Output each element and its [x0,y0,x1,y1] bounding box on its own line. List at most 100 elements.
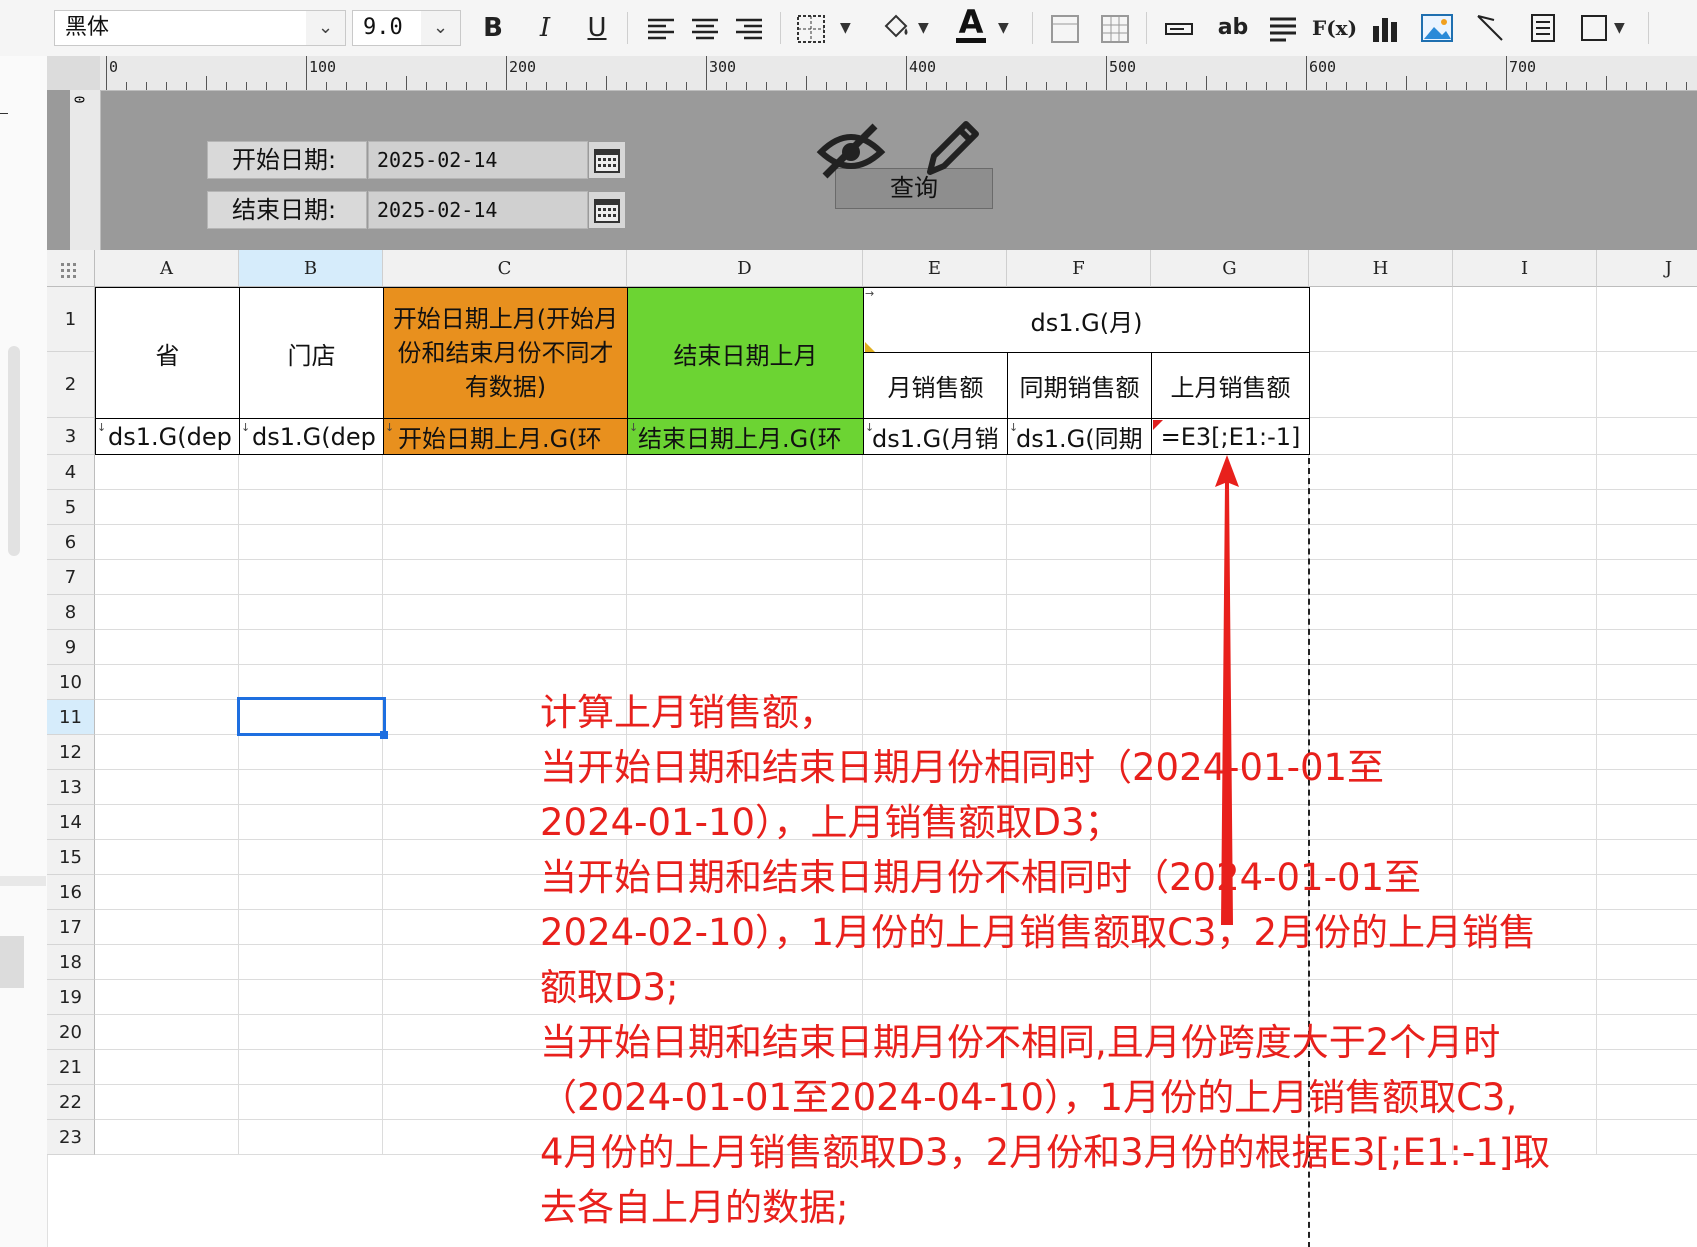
grid-cell[interactable] [239,1015,383,1050]
grid-cell[interactable] [95,1120,239,1155]
font-color-dropdown-icon[interactable]: ▼ [998,20,1009,36]
grid-cell[interactable] [1597,455,1697,490]
selected-cell-b11[interactable] [237,697,386,736]
grid-cell[interactable] [627,490,863,525]
grid-cell[interactable] [239,910,383,945]
row-header-20[interactable]: 20 [47,1015,95,1050]
grid-cell[interactable] [95,595,239,630]
cell-f3[interactable]: ds1.G(同期 [1007,418,1152,455]
grid-cell[interactable] [239,980,383,1015]
grid-cell[interactable] [383,560,627,595]
row-header-21[interactable]: 21 [47,1050,95,1085]
row-header-19[interactable]: 19 [47,980,95,1015]
bar-chart-icon[interactable] [1370,12,1402,44]
border-icon[interactable] [796,14,828,44]
grid-cell[interactable] [863,490,1007,525]
grid-cell[interactable] [1453,418,1597,455]
grid-cell[interactable] [95,525,239,560]
fill-color-dropdown-icon[interactable]: ▼ [918,20,929,36]
grid-cell[interactable] [1309,352,1453,418]
grid-cell[interactable] [863,595,1007,630]
grid-cell[interactable] [1309,490,1453,525]
eye-off-icon[interactable] [815,118,887,182]
bold-button[interactable]: B [478,8,508,48]
left-scrollbar[interactable] [8,346,20,556]
grid-cell[interactable] [95,980,239,1015]
grid-cell[interactable] [95,770,239,805]
grid-cell[interactable] [383,455,627,490]
grid-cell[interactable] [95,455,239,490]
row-header-6[interactable]: 6 [47,525,95,560]
font-name-select[interactable]: 黑体 [54,10,307,46]
row-header-13[interactable]: 13 [47,770,95,805]
document-icon[interactable] [1528,12,1558,44]
grid-cell[interactable] [239,770,383,805]
grid-cell[interactable] [239,1085,383,1120]
column-header-c[interactable]: C [383,250,627,287]
grid-cell[interactable] [627,560,863,595]
text-field-icon[interactable] [1164,18,1194,40]
grid-cell[interactable] [863,455,1007,490]
grid-cell[interactable] [239,560,383,595]
grid-cell[interactable] [1309,418,1453,455]
grid-cell[interactable] [1597,630,1697,665]
underline-button[interactable]: U [582,8,612,48]
column-header-b[interactable]: B [239,250,383,287]
italic-button[interactable]: I [530,8,560,48]
grid-cell[interactable] [383,490,627,525]
grid-cell[interactable] [1597,595,1697,630]
grid-cell[interactable] [863,560,1007,595]
cell-d3[interactable]: 结束日期上月.G(环 [627,418,864,455]
grid-cell[interactable] [95,490,239,525]
grid-cell[interactable] [95,735,239,770]
table-grid-icon[interactable] [1100,14,1130,44]
grid-cell[interactable] [1309,560,1453,595]
grid-cell[interactable] [1007,455,1151,490]
grid-cell[interactable] [1007,560,1151,595]
grid-cell[interactable] [1007,525,1151,560]
merge-cells-icon[interactable] [1050,14,1080,44]
grid-cell[interactable] [383,595,627,630]
grid-cell[interactable] [1309,525,1453,560]
row-header-1[interactable]: 1 [47,287,95,352]
grid-cell[interactable] [1453,595,1597,630]
header-cell-yoy-sales[interactable]: 同期销售额 [1007,352,1152,419]
grid-cell[interactable] [1597,287,1697,352]
grid-cell[interactable] [1309,595,1453,630]
grid-cell[interactable] [1597,490,1697,525]
column-header-d[interactable]: D [627,250,863,287]
grid-cell[interactable] [95,700,239,735]
border-dropdown-icon[interactable]: ▼ [840,20,851,36]
grid-cell[interactable] [239,1120,383,1155]
row-header-23[interactable]: 23 [47,1120,95,1155]
end-date-input[interactable]: 2025-02-14 [368,191,588,229]
grid-cell[interactable] [627,595,863,630]
row-header-8[interactable]: 8 [47,595,95,630]
grid-cell[interactable] [95,1050,239,1085]
font-size-select[interactable]: 9.0 [352,10,422,46]
font-color-icon[interactable]: A [956,6,986,43]
formula-button[interactable]: F(x) [1312,8,1357,48]
grid-cell[interactable] [1597,525,1697,560]
grid-cell[interactable] [239,455,383,490]
grid-cell[interactable] [239,1050,383,1085]
grid-cell[interactable] [383,525,627,560]
calendar-icon[interactable] [588,141,626,179]
grid-cell[interactable] [239,630,383,665]
cell-g3[interactable]: =E3[;E1:-1] [1151,418,1310,455]
grid-cell[interactable] [95,945,239,980]
font-size-dropdown[interactable]: ⌄ [421,10,461,46]
grid-cell[interactable] [239,805,383,840]
grid-cell[interactable] [1597,560,1697,595]
grid-cell[interactable] [95,560,239,595]
font-name-dropdown[interactable]: ⌄ [306,10,346,46]
paragraph-icon[interactable] [1268,14,1298,44]
row-header-5[interactable]: 5 [47,490,95,525]
calendar-icon[interactable] [588,191,626,229]
grid-cell[interactable] [1453,287,1597,352]
column-header-i[interactable]: I [1453,250,1597,287]
row-header-11[interactable]: 11 [47,700,95,735]
header-cell-month-group[interactable]: ds1.G(月) [863,287,1310,353]
header-cell-end-prev-month[interactable]: 结束日期上月 [627,287,864,419]
cell-a3[interactable]: ds1.G(dep [95,418,240,455]
